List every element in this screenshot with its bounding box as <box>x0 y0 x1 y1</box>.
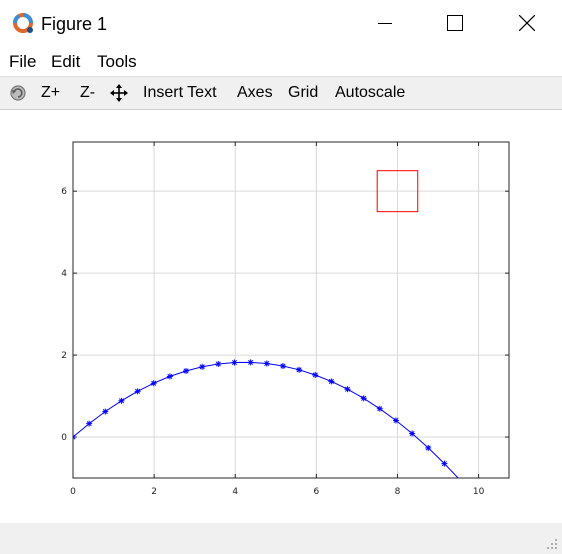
series-marker <box>328 378 335 385</box>
axes-background <box>73 142 509 478</box>
plot-canvas[interactable]: 0 2 4 6 8 10 0 2 4 6 <box>0 110 562 523</box>
figure-window: Figure 1 File Edit Tools Z+ Z- Insert Te… <box>0 0 562 554</box>
insert-text-button[interactable]: Insert Text <box>143 82 217 104</box>
series-marker <box>312 371 319 378</box>
x-tick-label: 10 <box>473 487 485 497</box>
menu-file[interactable]: File <box>9 51 36 73</box>
autoscale-button[interactable]: Autoscale <box>335 82 405 104</box>
minimize-icon <box>378 23 392 24</box>
menu-tools[interactable]: Tools <box>97 51 137 73</box>
zoom-out-button[interactable]: Z- <box>80 82 95 104</box>
y-tick-label: 4 <box>61 269 67 279</box>
series-marker <box>183 367 190 374</box>
octave-logo-icon <box>12 13 33 33</box>
x-tick-label: 0 <box>70 487 76 497</box>
series-marker <box>409 430 416 437</box>
series-marker <box>344 386 351 393</box>
series-marker <box>392 417 399 424</box>
axes-button[interactable]: Axes <box>237 82 273 104</box>
menu-edit[interactable]: Edit <box>51 51 80 73</box>
zoom-in-button[interactable]: Z+ <box>41 82 60 104</box>
pan-icon[interactable] <box>109 83 129 103</box>
series-marker <box>425 444 432 451</box>
series-marker <box>118 397 125 404</box>
plot-area[interactable]: 0 2 4 6 8 10 0 2 4 6 <box>0 110 562 523</box>
y-tick-label: 6 <box>61 187 67 197</box>
series-marker <box>150 380 157 387</box>
series-marker <box>376 405 383 412</box>
series-marker <box>86 420 93 427</box>
x-tick-label: 4 <box>232 487 238 497</box>
title-bar[interactable]: Figure 1 <box>0 0 562 46</box>
series-marker <box>134 388 141 395</box>
minimize-button[interactable] <box>362 0 408 46</box>
series-marker <box>263 360 270 367</box>
series-marker <box>247 359 254 366</box>
series-marker <box>441 460 448 467</box>
y-tick-label: 0 <box>61 433 67 443</box>
series-marker <box>279 363 286 370</box>
menu-bar: File Edit Tools <box>0 46 562 76</box>
resize-grip-icon[interactable] <box>546 538 558 550</box>
close-button[interactable] <box>504 0 550 46</box>
series-marker <box>231 359 238 366</box>
x-tick-label: 8 <box>395 487 401 497</box>
series-marker <box>199 363 206 370</box>
series-marker <box>166 373 173 380</box>
maximize-button[interactable] <box>432 0 478 46</box>
rotate-icon[interactable] <box>8 83 28 103</box>
x-tick-label: 6 <box>313 487 319 497</box>
x-tick-label: 2 <box>151 487 157 497</box>
close-icon <box>519 15 535 31</box>
status-bar <box>0 523 562 554</box>
window-title: Figure 1 <box>41 14 108 34</box>
series-marker <box>73 434 76 441</box>
series-marker <box>360 395 367 402</box>
maximize-icon <box>447 15 463 31</box>
y-tick-label: 2 <box>61 351 67 361</box>
series-marker <box>215 361 222 368</box>
grid-button[interactable]: Grid <box>288 82 318 104</box>
figure-toolbar: Z+ Z- Insert Text Axes Grid Autoscale <box>0 76 562 110</box>
series-marker <box>296 366 303 373</box>
series-marker <box>102 408 109 415</box>
